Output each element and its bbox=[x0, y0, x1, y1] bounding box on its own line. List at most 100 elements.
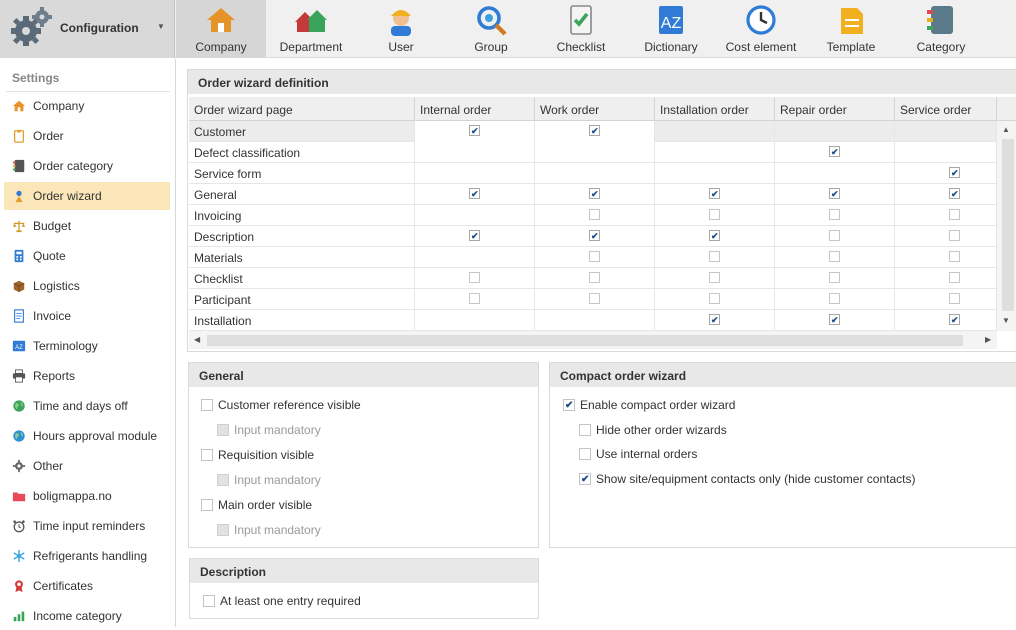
checkbox[interactable] bbox=[579, 423, 591, 436]
wizard-checkbox[interactable] bbox=[829, 251, 840, 262]
sidebar-item-order-category[interactable]: Order category bbox=[4, 152, 170, 180]
wizard-checkbox[interactable]: ✔ bbox=[949, 167, 960, 178]
table-row[interactable]: Installation ✔ ✔ ✔ bbox=[189, 310, 997, 331]
nav-user[interactable]: User bbox=[356, 0, 446, 58]
wizard-checkbox[interactable] bbox=[589, 272, 600, 283]
sidebar-item-reports[interactable]: Reports bbox=[4, 362, 170, 390]
nav-category[interactable]: Category bbox=[896, 0, 986, 58]
sidebar-item-time-and-days-off[interactable]: Time and days off bbox=[4, 392, 170, 420]
checkbox[interactable] bbox=[579, 448, 591, 460]
wizard-checkbox[interactable] bbox=[589, 293, 600, 304]
sidebar-item-quote[interactable]: Quote bbox=[4, 242, 170, 270]
wizard-checkbox[interactable] bbox=[709, 272, 720, 283]
wizard-checkbox[interactable] bbox=[949, 230, 960, 241]
wizard-checkbox[interactable]: ✔ bbox=[589, 125, 600, 136]
wizard-checkbox[interactable]: ✔ bbox=[949, 314, 960, 325]
wizard-checkbox[interactable]: ✔ bbox=[829, 188, 840, 199]
nav-group[interactable]: Group bbox=[446, 0, 536, 58]
wizard-checkbox[interactable] bbox=[829, 293, 840, 304]
wizard-checkbox[interactable] bbox=[469, 272, 480, 283]
sidebar-item-other[interactable]: Other bbox=[4, 452, 170, 480]
gears-icon bbox=[11, 7, 52, 46]
wizard-checkbox[interactable] bbox=[829, 209, 840, 220]
wizard-checkbox[interactable]: ✔ bbox=[709, 230, 720, 241]
wizard-checkbox[interactable] bbox=[949, 293, 960, 304]
table-cell bbox=[895, 247, 997, 268]
sidebar-item-certificates[interactable]: Certificates bbox=[4, 572, 170, 600]
checkbox[interactable] bbox=[201, 399, 213, 411]
nav-cost-element[interactable]: Cost element bbox=[716, 0, 806, 58]
nav-company[interactable]: Company bbox=[176, 0, 266, 58]
wizard-checkbox[interactable]: ✔ bbox=[469, 188, 480, 199]
sidebar-item-income-category[interactable]: Income category bbox=[4, 602, 170, 630]
option-label: Input mandatory bbox=[234, 523, 321, 537]
wizard-checkbox[interactable] bbox=[829, 230, 840, 241]
wizard-checkbox[interactable]: ✔ bbox=[709, 314, 720, 325]
table-row[interactable]: Customer ✔ ✔ bbox=[189, 121, 997, 142]
sidebar-item-budget[interactable]: Budget bbox=[4, 212, 170, 240]
table-row[interactable]: Participant bbox=[189, 289, 997, 310]
vertical-scroll-thumb[interactable] bbox=[1002, 139, 1014, 311]
sidebar-item-refrigerants-handling[interactable]: Refrigerants handling bbox=[4, 542, 170, 570]
column-header[interactable]: Order wizard page bbox=[189, 97, 415, 121]
scroll-right-icon[interactable]: ▶ bbox=[985, 335, 991, 344]
table-row[interactable]: Service form ✔ bbox=[189, 163, 997, 184]
table-row[interactable]: Invoicing bbox=[189, 205, 997, 226]
wizard-checkbox[interactable] bbox=[949, 251, 960, 262]
wizard-checkbox[interactable] bbox=[829, 272, 840, 283]
column-header[interactable]: Internal order bbox=[415, 97, 535, 121]
sidebar-item-time-input-reminders[interactable]: Time input reminders bbox=[4, 512, 170, 540]
sidebar-item-logistics[interactable]: Logistics bbox=[4, 272, 170, 300]
column-header[interactable]: Repair order bbox=[775, 97, 895, 121]
wizard-checkbox[interactable] bbox=[469, 293, 480, 304]
wizard-checkbox[interactable]: ✔ bbox=[829, 314, 840, 325]
sidebar-item-hours-approval-module[interactable]: Hours approval module bbox=[4, 422, 170, 450]
wizard-checkbox[interactable]: ✔ bbox=[589, 230, 600, 241]
horizontal-scroll-thumb[interactable] bbox=[207, 335, 963, 346]
table-row[interactable]: Checklist bbox=[189, 268, 997, 289]
scroll-up-icon[interactable]: ▲ bbox=[1002, 125, 1010, 134]
wizard-checkbox[interactable]: ✔ bbox=[469, 125, 480, 136]
checkbox[interactable]: ✔ bbox=[563, 399, 575, 411]
wizard-checkbox[interactable]: ✔ bbox=[709, 188, 720, 199]
column-header[interactable]: Service order bbox=[895, 97, 997, 121]
sidebar-item-invoice[interactable]: Invoice bbox=[4, 302, 170, 330]
nav-department[interactable]: Department bbox=[266, 0, 356, 58]
table-row[interactable]: General ✔ ✔ ✔ ✔ ✔ bbox=[189, 184, 997, 205]
wizard-checkbox[interactable] bbox=[949, 272, 960, 283]
column-header[interactable]: Work order bbox=[535, 97, 655, 121]
sidebar-item-order-wizard[interactable]: Order wizard bbox=[4, 182, 170, 210]
column-header[interactable]: Installation order bbox=[655, 97, 775, 121]
scroll-down-icon[interactable]: ▼ bbox=[1002, 316, 1010, 325]
horizontal-scrollbar[interactable]: ◀ ▶ bbox=[189, 331, 997, 349]
sidebar-item-company[interactable]: Company bbox=[4, 92, 170, 120]
checkbox[interactable]: ✔ bbox=[579, 472, 591, 485]
scroll-left-icon[interactable]: ◀ bbox=[194, 335, 200, 344]
checkmark-icon: ✔ bbox=[831, 189, 839, 199]
wizard-checkbox[interactable]: ✔ bbox=[949, 188, 960, 199]
checkbox[interactable] bbox=[201, 499, 213, 511]
configuration-menu-button[interactable]: Configuration ▼ bbox=[0, 0, 175, 58]
checkbox[interactable] bbox=[203, 595, 215, 607]
nav-dictionary[interactable]: AZ Dictionary bbox=[626, 0, 716, 58]
checkbox[interactable] bbox=[201, 449, 213, 461]
sidebar-item-order[interactable]: Order bbox=[4, 122, 170, 150]
wizard-checkbox[interactable]: ✔ bbox=[589, 188, 600, 199]
sidebar-item-terminology[interactable]: AZ Terminology bbox=[4, 332, 170, 360]
vertical-scrollbar[interactable]: ▲ ▼ bbox=[997, 121, 1016, 331]
wizard-checkbox[interactable]: ✔ bbox=[469, 230, 480, 241]
table-row[interactable]: Materials bbox=[189, 247, 997, 268]
wizard-checkbox[interactable] bbox=[589, 209, 600, 220]
wizard-checkbox[interactable]: ✔ bbox=[829, 146, 840, 157]
wizard-checkbox[interactable] bbox=[709, 251, 720, 262]
nav-checklist[interactable]: Checklist bbox=[536, 0, 626, 58]
wizard-checkbox[interactable] bbox=[709, 209, 720, 220]
wizard-checkbox[interactable] bbox=[709, 293, 720, 304]
nav-template[interactable]: Template bbox=[806, 0, 896, 58]
wizard-checkbox[interactable] bbox=[949, 209, 960, 220]
table-cell bbox=[655, 247, 775, 268]
table-row[interactable]: Description ✔ ✔ ✔ bbox=[189, 226, 997, 247]
table-row[interactable]: Defect classification ✔ bbox=[189, 142, 997, 163]
wizard-checkbox[interactable] bbox=[589, 251, 600, 262]
sidebar-item-boligmappa-no[interactable]: boligmappa.no bbox=[4, 482, 170, 510]
